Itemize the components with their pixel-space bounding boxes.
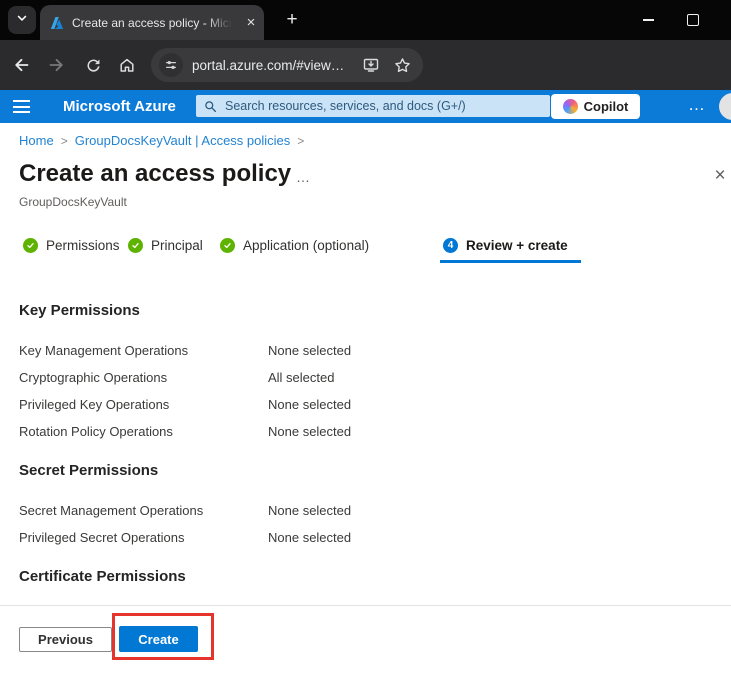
table-row: Rotation Policy Operations None selected xyxy=(19,418,351,445)
window-maximize-button[interactable] xyxy=(682,0,704,40)
azure-favicon-icon xyxy=(50,16,64,30)
copilot-icon xyxy=(563,99,578,114)
row-label: Secret Management Operations xyxy=(19,503,268,518)
tab-application-optional[interactable]: Application (optional) xyxy=(220,231,369,259)
breadcrumb-home-link[interactable]: Home xyxy=(19,133,54,148)
row-value: None selected xyxy=(268,424,351,439)
check-icon xyxy=(23,238,38,253)
tab-title: Create an access policy - Micros xyxy=(72,16,232,30)
table-row: Secret Management Operations None select… xyxy=(19,497,351,524)
install-app-icon[interactable] xyxy=(362,56,380,74)
key-permissions-rows: Key Management Operations None selected … xyxy=(19,337,351,445)
row-label: Cryptographic Operations xyxy=(19,370,268,385)
row-value: None selected xyxy=(268,530,351,545)
home-button[interactable] xyxy=(118,56,136,74)
section-heading-key-permissions: Key Permissions xyxy=(19,302,140,320)
table-row: Privileged Key Operations None selected xyxy=(19,391,351,418)
tab-label: Principal xyxy=(151,238,203,253)
breadcrumb: Home > GroupDocsKeyVault | Access polici… xyxy=(19,133,304,148)
row-value: All selected xyxy=(268,370,334,385)
copilot-button[interactable]: Copilot xyxy=(551,94,640,119)
row-value: None selected xyxy=(268,397,351,412)
active-tab-underline xyxy=(440,260,581,263)
page-subtitle: GroupDocsKeyVault xyxy=(19,195,127,209)
refresh-button[interactable] xyxy=(84,56,102,74)
header-more-button[interactable]: … xyxy=(688,90,706,120)
wizard-tabs: Permissions Principal Application (optio… xyxy=(0,231,731,265)
row-value: None selected xyxy=(268,343,351,358)
tab-actions-button[interactable] xyxy=(8,6,36,34)
browser-tab-strip: Create an access policy - Micros × + xyxy=(0,0,731,40)
tab-close-icon[interactable]: × xyxy=(242,15,260,30)
breadcrumb-keyvault-link[interactable]: GroupDocsKeyVault | Access policies xyxy=(75,133,291,148)
table-row: Cryptographic Operations All selected xyxy=(19,364,351,391)
home-icon xyxy=(118,56,136,74)
window-minimize-button[interactable] xyxy=(637,0,659,40)
table-row: Privileged Secret Operations None select… xyxy=(19,524,351,551)
hamburger-menu-button[interactable] xyxy=(13,100,30,113)
step-number-badge: 4 xyxy=(443,238,458,253)
footer-divider xyxy=(0,605,731,606)
previous-button[interactable]: Previous xyxy=(19,627,112,652)
forward-arrow-icon xyxy=(48,56,66,74)
search-icon xyxy=(204,100,217,113)
title-more-button[interactable]: … xyxy=(296,169,311,185)
forward-button[interactable] xyxy=(48,56,66,74)
back-button[interactable] xyxy=(12,56,30,74)
page-content: Home > GroupDocsKeyVault | Access polici… xyxy=(0,123,731,689)
avatar[interactable] xyxy=(719,93,731,120)
page-title: Create an access policy xyxy=(19,159,291,189)
bookmark-star-icon[interactable] xyxy=(394,57,411,74)
row-label: Privileged Secret Operations xyxy=(19,530,268,545)
section-heading-certificate-permissions: Certificate Permissions xyxy=(19,568,186,586)
browser-tab[interactable]: Create an access policy - Micros × xyxy=(40,5,264,40)
address-bar[interactable]: portal.azure.com/#view… xyxy=(151,48,423,82)
back-arrow-icon xyxy=(12,56,30,74)
tab-label: Application (optional) xyxy=(243,238,369,253)
site-controls-icon[interactable] xyxy=(159,53,183,77)
copilot-label: Copilot xyxy=(584,99,629,114)
check-icon xyxy=(220,238,235,253)
breadcrumb-separator: > xyxy=(61,134,68,148)
row-label: Privileged Key Operations xyxy=(19,397,268,412)
refresh-icon xyxy=(85,57,102,74)
tab-principal[interactable]: Principal xyxy=(128,231,203,259)
azure-brand[interactable]: Microsoft Azure xyxy=(63,90,176,123)
global-search-box[interactable] xyxy=(196,95,550,117)
tab-review-create[interactable]: 4 Review + create xyxy=(443,231,568,259)
table-row: Key Management Operations None selected xyxy=(19,337,351,364)
url-text[interactable]: portal.azure.com/#view… xyxy=(192,58,344,73)
search-input[interactable] xyxy=(223,98,527,114)
new-tab-button[interactable]: + xyxy=(283,8,301,32)
section-heading-secret-permissions: Secret Permissions xyxy=(19,462,158,480)
tab-label: Permissions xyxy=(46,238,120,253)
row-value: None selected xyxy=(268,503,351,518)
tab-permissions[interactable]: Permissions xyxy=(23,231,120,259)
chevron-down-icon xyxy=(15,11,29,30)
tab-label: Review + create xyxy=(466,238,568,253)
secret-permissions-rows: Secret Management Operations None select… xyxy=(19,497,351,551)
minimize-icon xyxy=(643,19,654,21)
close-blade-icon[interactable]: × xyxy=(710,165,730,187)
maximize-icon xyxy=(687,14,699,26)
azure-portal-header: Microsoft Azure Copilot … xyxy=(0,90,731,123)
create-button[interactable]: Create xyxy=(119,626,198,652)
breadcrumb-separator: > xyxy=(297,134,304,148)
row-label: Rotation Policy Operations xyxy=(19,424,268,439)
check-icon xyxy=(128,238,143,253)
row-label: Key Management Operations xyxy=(19,343,268,358)
browser-toolbar: portal.azure.com/#view… xyxy=(0,40,731,90)
